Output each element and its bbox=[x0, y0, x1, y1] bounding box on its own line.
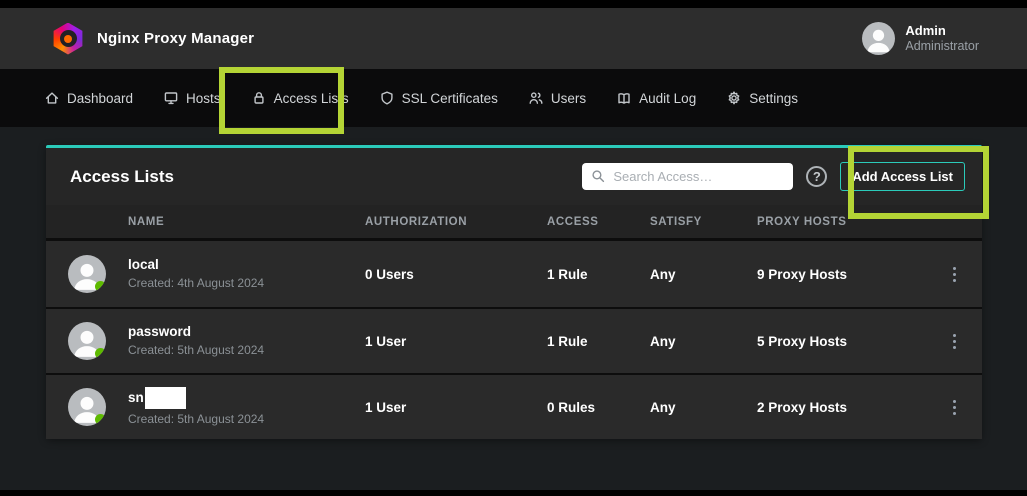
nav-item-ssl-certificates[interactable]: SSL Certificates bbox=[379, 90, 498, 106]
table-row: password Created: 5th August 2024 1 User… bbox=[46, 307, 982, 373]
home-icon bbox=[44, 90, 60, 106]
add-access-list-button[interactable]: Add Access List bbox=[840, 162, 965, 191]
nav-item-hosts[interactable]: Hosts bbox=[163, 90, 221, 106]
user-menu[interactable]: Admin Administrator bbox=[862, 22, 979, 55]
nav-item-settings[interactable]: Settings bbox=[726, 90, 798, 106]
satisfy-value: Any bbox=[650, 267, 757, 282]
table-row: sn Created: 5th August 2024 1 User 0 Rul… bbox=[46, 373, 982, 439]
search-icon bbox=[591, 169, 605, 183]
access-list-name: sn bbox=[128, 390, 144, 406]
user-avatar bbox=[862, 22, 895, 55]
proxy-hosts-value: 2 Proxy Hosts bbox=[757, 400, 926, 415]
created-date: Created: 4th August 2024 bbox=[128, 276, 365, 290]
col-satisfy: SATISFY bbox=[650, 216, 757, 228]
users-icon bbox=[528, 90, 544, 106]
screen: Nginx Proxy Manager Admin Administrator … bbox=[0, 0, 1027, 496]
access-value: 1 Rule bbox=[547, 267, 650, 282]
user-role: Administrator bbox=[905, 39, 979, 55]
panel-title: Access Lists bbox=[70, 167, 174, 187]
col-proxy-hosts: PROXY HOSTS bbox=[757, 216, 926, 228]
app-header: Nginx Proxy Manager Admin Administrator bbox=[0, 8, 1027, 69]
search-box bbox=[582, 163, 793, 190]
app-title: Nginx Proxy Manager bbox=[97, 30, 254, 47]
created-date: Created: 5th August 2024 bbox=[128, 412, 365, 426]
status-dot bbox=[95, 414, 106, 425]
created-date: Created: 5th August 2024 bbox=[128, 343, 365, 357]
access-value: 0 Rules bbox=[547, 400, 650, 415]
access-value: 1 Rule bbox=[547, 334, 650, 349]
table-row: local Created: 4th August 2024 0 Users 1… bbox=[46, 241, 982, 307]
authorization-value: 1 User bbox=[365, 334, 547, 349]
shield-icon bbox=[379, 90, 395, 106]
help-icon[interactable]: ? bbox=[806, 166, 827, 187]
nav-item-dashboard[interactable]: Dashboard bbox=[44, 90, 133, 106]
access-list-name: password bbox=[128, 324, 365, 340]
authorization-value: 0 Users bbox=[365, 267, 547, 282]
col-authorization: AUTHORIZATION bbox=[365, 216, 547, 228]
proxy-hosts-value: 9 Proxy Hosts bbox=[757, 267, 926, 282]
satisfy-value: Any bbox=[650, 334, 757, 349]
lock-icon bbox=[251, 90, 267, 106]
nav-item-users[interactable]: Users bbox=[528, 90, 586, 106]
row-menu-kebab-icon[interactable] bbox=[949, 396, 960, 419]
window-edge-bottom bbox=[0, 490, 1027, 496]
col-name: NAME bbox=[128, 216, 365, 228]
row-avatar bbox=[68, 255, 106, 293]
row-avatar bbox=[68, 388, 106, 426]
main-nav: Dashboard Hosts Access Lists SSL Certifi… bbox=[0, 69, 1027, 127]
access-list-name: local bbox=[128, 257, 365, 273]
nav-item-access-lists[interactable]: Access Lists bbox=[251, 90, 349, 106]
window-edge-top bbox=[0, 0, 1027, 8]
nav-item-audit-log[interactable]: Audit Log bbox=[616, 90, 696, 106]
row-menu-kebab-icon[interactable] bbox=[949, 263, 960, 286]
status-dot bbox=[95, 281, 106, 292]
col-access: ACCESS bbox=[547, 216, 650, 228]
redaction-box bbox=[145, 387, 186, 409]
status-dot bbox=[95, 348, 106, 359]
monitor-icon bbox=[163, 90, 179, 106]
row-avatar bbox=[68, 322, 106, 360]
user-name: Admin bbox=[905, 23, 979, 39]
authorization-value: 1 User bbox=[365, 400, 547, 415]
table-header: NAME AUTHORIZATION ACCESS SATISFY PROXY … bbox=[46, 205, 982, 241]
brand: Nginx Proxy Manager bbox=[52, 23, 254, 55]
proxy-hosts-value: 5 Proxy Hosts bbox=[757, 334, 926, 349]
panel-header: Access Lists ? Add Access List bbox=[46, 148, 982, 205]
book-icon bbox=[616, 90, 632, 106]
access-lists-panel: Access Lists ? Add Access List NAME AUTH… bbox=[46, 145, 982, 439]
satisfy-value: Any bbox=[650, 400, 757, 415]
gear-icon bbox=[726, 90, 742, 106]
person-icon bbox=[862, 22, 895, 55]
search-input[interactable] bbox=[582, 163, 793, 190]
row-menu-kebab-icon[interactable] bbox=[949, 330, 960, 353]
npm-logo-icon bbox=[52, 23, 84, 55]
